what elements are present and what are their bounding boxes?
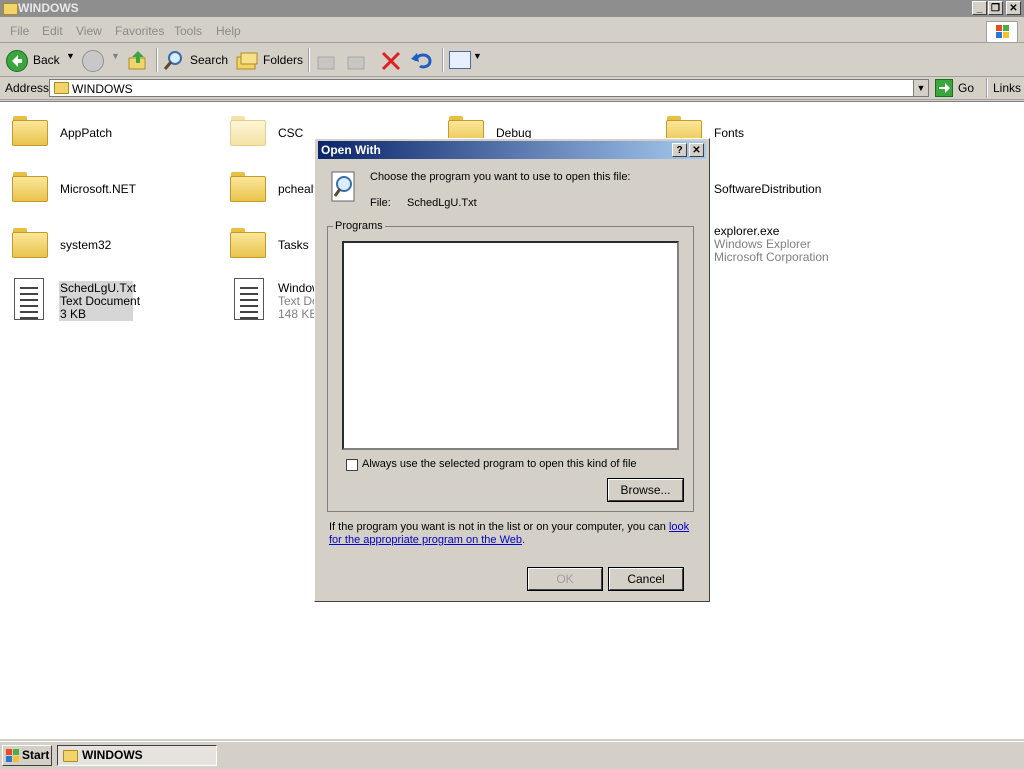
forward-dropdown-icon[interactable]: ▼ [111,51,120,61]
item-type: Text Do [278,294,319,308]
open-with-icon [331,171,357,203]
folders-icon[interactable] [236,51,258,71]
views-dropdown-icon[interactable]: ▼ [473,51,482,61]
go-arrow-icon[interactable] [935,79,953,97]
item-label: CSC [278,126,304,140]
programs-label: Programs [333,220,385,232]
go-button[interactable]: Go [958,81,974,95]
address-bar: Address WINDOWS ▼ Go Links [0,77,1024,100]
search-button[interactable]: Search [190,53,228,67]
item-size: 148 KB [278,307,318,321]
web-link[interactable]: look [669,521,689,533]
address-input[interactable]: WINDOWS ▼ [49,79,929,97]
start-label: Start [22,748,50,762]
dialog-title: Open With [321,143,381,157]
dialog-close-button[interactable]: ✕ [689,143,704,157]
file-label: File: [370,197,391,209]
dialog-info: If the program you want is not in the li… [329,521,699,547]
item-company: Microsoft Corporation [714,250,829,264]
window-title-bar[interactable]: WINDOWS _ ❐ ✕ [0,0,1024,17]
standard-toolbar: Back ▼ ▼ Search Folders ▼ [0,44,1024,77]
toolbar-separator [986,78,988,98]
text-document-icon [14,278,44,320]
address-label: Address [5,81,50,95]
links-button[interactable]: Links [993,81,1021,95]
menu-tools[interactable]: Tools [174,24,202,38]
always-use-label[interactable]: Always use the selected program to open … [362,458,637,470]
folder-icon [54,82,69,94]
delete-icon[interactable] [380,50,402,72]
item-label: explorer.exe [714,224,780,238]
dialog-title-bar[interactable]: Open With ? ✕ [318,141,706,159]
folder-icon [12,116,48,146]
item-size: 3 KB [60,307,87,321]
menu-bar: File Edit View Favorites Tools Help [0,20,1024,43]
minimize-button[interactable]: _ [972,1,987,15]
back-button[interactable]: Back [33,53,60,67]
search-icon[interactable] [163,49,185,71]
folder-icon [230,172,266,202]
text-document-icon [234,278,264,320]
help-button[interactable]: ? [672,143,687,157]
back-dropdown-icon[interactable]: ▼ [66,51,75,61]
menu-favorites[interactable]: Favorites [115,24,164,38]
address-value: WINDOWS [72,82,133,96]
folders-button[interactable]: Folders [263,53,303,67]
move-to-icon[interactable] [316,51,338,71]
file-name: SchedLgU.Txt [407,197,477,209]
folder-icon [63,750,78,762]
folder-icon [12,172,48,202]
info-end: . [522,534,526,546]
up-folder-icon[interactable] [128,50,148,70]
back-arrow-icon[interactable] [6,50,28,72]
toolbar-separator [156,48,158,72]
toolbar-separator [308,48,310,72]
window-title: WINDOWS [18,1,79,15]
info-text: If the program you want is not in the li… [329,521,666,533]
item-description: Windows Explorer [714,237,811,251]
web-link[interactable]: for the appropriate program on the Web [329,534,522,546]
windows-logo-icon [986,21,1018,43]
programs-list[interactable] [342,241,679,450]
open-with-dialog: Open With ? ✕ Choose the program you wan… [314,138,710,602]
always-use-checkbox[interactable] [346,459,358,471]
start-button[interactable]: Start [2,745,52,766]
restore-button[interactable]: ❐ [988,1,1003,15]
item-label: pchealt [278,182,317,196]
item-label: Fonts [714,126,745,140]
item-type: Text Document [60,294,141,308]
copy-to-icon[interactable] [346,51,368,71]
item-label: SchedLgU.Txt [60,281,137,295]
taskbar-button-label: WINDOWS [82,748,143,762]
close-button[interactable]: ✕ [1006,1,1021,15]
menu-view[interactable]: View [76,24,102,38]
folder-icon [230,228,266,258]
menu-help[interactable]: Help [216,24,241,38]
item-label: system32 [60,238,112,252]
menu-file[interactable]: File [10,24,29,38]
folder-icon [12,228,48,258]
item-label: Tasks [278,238,309,252]
forward-arrow-icon[interactable] [82,50,104,72]
cancel-button[interactable]: Cancel [608,567,684,591]
windows-logo-icon [6,749,19,762]
address-dropdown-icon[interactable]: ▼ [913,80,928,96]
toolbar-separator [442,48,444,72]
item-label: AppPatch [60,126,113,140]
taskbar: Start WINDOWS [0,741,1024,769]
ok-button[interactable]: OK [527,567,603,591]
browse-button[interactable]: Browse... [607,478,684,502]
taskbar-button-windows[interactable]: WINDOWS [57,745,217,766]
menu-edit[interactable]: Edit [42,24,63,38]
item-label: SoftwareDistribution [714,182,822,196]
folder-icon [230,116,266,146]
item-label: Microsoft.NET [60,182,137,196]
dialog-prompt: Choose the program you want to use to op… [370,171,631,183]
views-icon[interactable] [449,51,471,69]
folder-icon [3,3,18,15]
undo-icon[interactable] [410,49,434,71]
